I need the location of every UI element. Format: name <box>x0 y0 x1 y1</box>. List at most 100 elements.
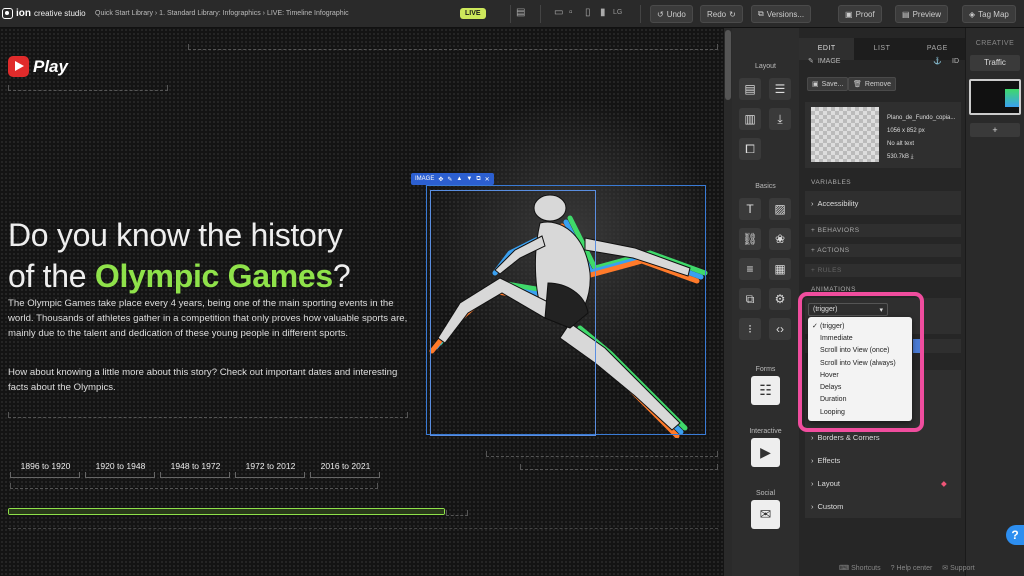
image-thumbnail[interactable] <box>811 107 879 162</box>
interactive-element-icon[interactable]: ▶ <box>751 438 780 467</box>
anchor-icon[interactable]: ⚓ <box>933 57 942 65</box>
undo-button[interactable]: ↺ Undo <box>650 5 693 23</box>
accessibility-section[interactable]: › Accessibility <box>805 191 961 215</box>
shortcuts-label: Shortcuts <box>851 565 881 572</box>
move-down-icon[interactable]: ▼ <box>466 176 472 182</box>
add-creative-button[interactable]: + <box>970 123 1020 137</box>
timeline-tab-1[interactable]: 1896 to 1920 <box>8 459 83 471</box>
rows-element-icon[interactable]: ☰ <box>769 78 791 100</box>
chevron-right-icon: › <box>811 501 814 511</box>
help-button[interactable]: ? <box>1006 525 1024 545</box>
canvas-scrollbar[interactable] <box>724 28 732 576</box>
element-palette: Layout ▤ ☰ ▥ ⤓ ⧠ Basics T ▨ ⛓ ❀ ≡ ▦ ⧉ ⚙ … <box>732 28 799 576</box>
scrollbar-thumb[interactable] <box>725 30 731 100</box>
intro-paragraph[interactable]: The Olympic Games take place every 4 yea… <box>8 296 408 341</box>
play-logo-text: Play <box>33 56 68 76</box>
file-name: Plano_de_Fundo_copia... <box>887 115 956 121</box>
breadcrumb[interactable]: Quick Start Library › 1. Standard Librar… <box>95 10 460 17</box>
layout-section[interactable]: › Layout ◆ <box>805 476 961 490</box>
versions-button[interactable]: ⧉ Versions... <box>751 5 812 23</box>
borders-label: Borders & Corners <box>817 432 880 442</box>
creative-panel: CREATIVE Traffic + <box>965 28 1024 576</box>
image-type-label: IMAGE <box>415 176 435 182</box>
timeline-tab-5[interactable]: 2016 to 2021 <box>308 459 383 471</box>
remove-button[interactable]: 🗑 Remove <box>848 77 896 91</box>
interactive-group-label: Interactive <box>749 428 782 435</box>
shortcuts-link[interactable]: ⌨ Shortcuts <box>839 564 881 572</box>
custom-section[interactable]: › Custom <box>805 499 961 513</box>
shape-element-icon[interactable]: ❀ <box>769 228 791 250</box>
headline-highlight: Olympic Games <box>94 258 333 294</box>
rules-button[interactable]: + RULES <box>805 264 961 277</box>
play-logo[interactable]: Play <box>8 56 68 77</box>
effects-label: Effects <box>817 455 841 465</box>
move-up-icon[interactable]: ▲ <box>456 176 462 182</box>
support-link[interactable]: ✉ Support <box>942 564 974 572</box>
embed-element-icon[interactable]: ⁝ <box>739 318 761 340</box>
layout-group-label: Layout <box>754 63 777 70</box>
design-canvas[interactable]: Play Do you know the history of the Olym… <box>0 28 724 576</box>
thumbnail-accent <box>1005 89 1019 107</box>
columns-element-icon[interactable]: ▥ <box>739 108 761 130</box>
page-headline[interactable]: Do you know the history of the Olympic G… <box>8 215 428 297</box>
tablet-device-icon[interactable]: ▯ <box>585 7 591 18</box>
edit-pencil-icon: ✎ <box>808 58 814 65</box>
tag-map-label: Tag Map <box>978 9 1009 19</box>
play-logo-icon <box>8 56 29 77</box>
undo-icon: ↺ <box>657 9 664 19</box>
creative-thumbnail[interactable] <box>969 79 1021 115</box>
save-button[interactable]: ▣ Save... <box>807 77 849 91</box>
variables-header: VARIABLES <box>805 176 961 189</box>
status-bar: ⌨ Shortcuts ? Help center ✉ Support <box>799 560 1024 576</box>
image-element-toolbar[interactable]: IMAGE ✥ ✎ ▲ ▼ ⧉ ✕ <box>411 173 494 185</box>
social-group-label: Social <box>755 490 776 497</box>
download-element-icon[interactable]: ⤓ <box>769 108 791 130</box>
borders-corners-section[interactable]: › Borders & Corners <box>805 430 961 444</box>
app-brand[interactable]: ion creative studio <box>0 8 95 19</box>
alt-text-status[interactable]: No alt text <box>887 138 955 151</box>
app-subtitle: creative studio <box>34 9 86 18</box>
social-element-icon[interactable]: ✉ <box>751 500 780 529</box>
download-icon[interactable]: ⤓ <box>911 154 914 160</box>
table-element-icon[interactable]: ▦ <box>769 258 791 280</box>
laptop-device-icon[interactable]: ▫ <box>569 7 573 18</box>
chevron-right-icon: › <box>811 198 814 208</box>
layout-toggle-icon[interactable]: ▤ <box>516 7 525 18</box>
video-element-icon[interactable]: ⧉ <box>739 288 761 310</box>
desktop-device-icon[interactable]: ▭ <box>554 7 563 18</box>
timeline-tab-2[interactable]: 1920 to 1948 <box>83 459 158 471</box>
list-element-icon[interactable]: ≡ <box>739 258 761 280</box>
popup-element-icon[interactable]: ⧠ <box>739 138 761 160</box>
traffic-tab[interactable]: Traffic <box>970 55 1020 71</box>
delete-icon[interactable]: ✕ <box>485 176 490 183</box>
move-icon[interactable]: ✥ <box>438 176 443 183</box>
text-element-icon[interactable]: T <box>739 198 761 220</box>
layout-element-icon[interactable]: ▤ <box>739 78 761 100</box>
app-name: ion <box>16 8 31 19</box>
form-element-icon[interactable]: ☷ <box>751 376 780 405</box>
timeline-tab-3[interactable]: 1948 to 1972 <box>158 459 233 471</box>
image-element-icon[interactable]: ▨ <box>769 198 791 220</box>
cta-paragraph[interactable]: How about knowing a little more about th… <box>8 365 408 395</box>
basics-group-label: Basics <box>755 183 776 190</box>
preview-button[interactable]: ▤ Preview <box>895 5 949 23</box>
behaviors-button[interactable]: + BEHAVIORS <box>805 224 961 237</box>
id-button[interactable]: ID <box>952 58 959 65</box>
help-center-link[interactable]: ? Help center <box>891 565 933 572</box>
proof-button[interactable]: ▣ Proof <box>838 5 882 23</box>
code-element-icon[interactable]: ‹› <box>769 318 791 340</box>
effects-section[interactable]: › Effects <box>805 453 961 467</box>
settings-element-icon[interactable]: ⚙ <box>769 288 791 310</box>
timeline-tab-outline <box>310 472 380 478</box>
pin-icon[interactable]: ✎ <box>447 176 452 183</box>
link-element-icon[interactable]: ⛓ <box>739 228 761 250</box>
timeline-progress-fill <box>9 509 444 514</box>
duplicate-icon[interactable]: ⧉ <box>476 176 480 183</box>
section-title: IMAGE <box>817 57 841 65</box>
tag-map-button[interactable]: ◈ Tag Map <box>962 5 1016 23</box>
actions-button[interactable]: + ACTIONS <box>805 244 961 257</box>
redo-button[interactable]: Redo ↻ <box>700 5 743 23</box>
timeline-tab-4[interactable]: 1972 to 2012 <box>233 459 308 471</box>
phone-device-icon[interactable]: ▮ <box>600 7 606 18</box>
timeline-tab-outline <box>10 472 80 478</box>
